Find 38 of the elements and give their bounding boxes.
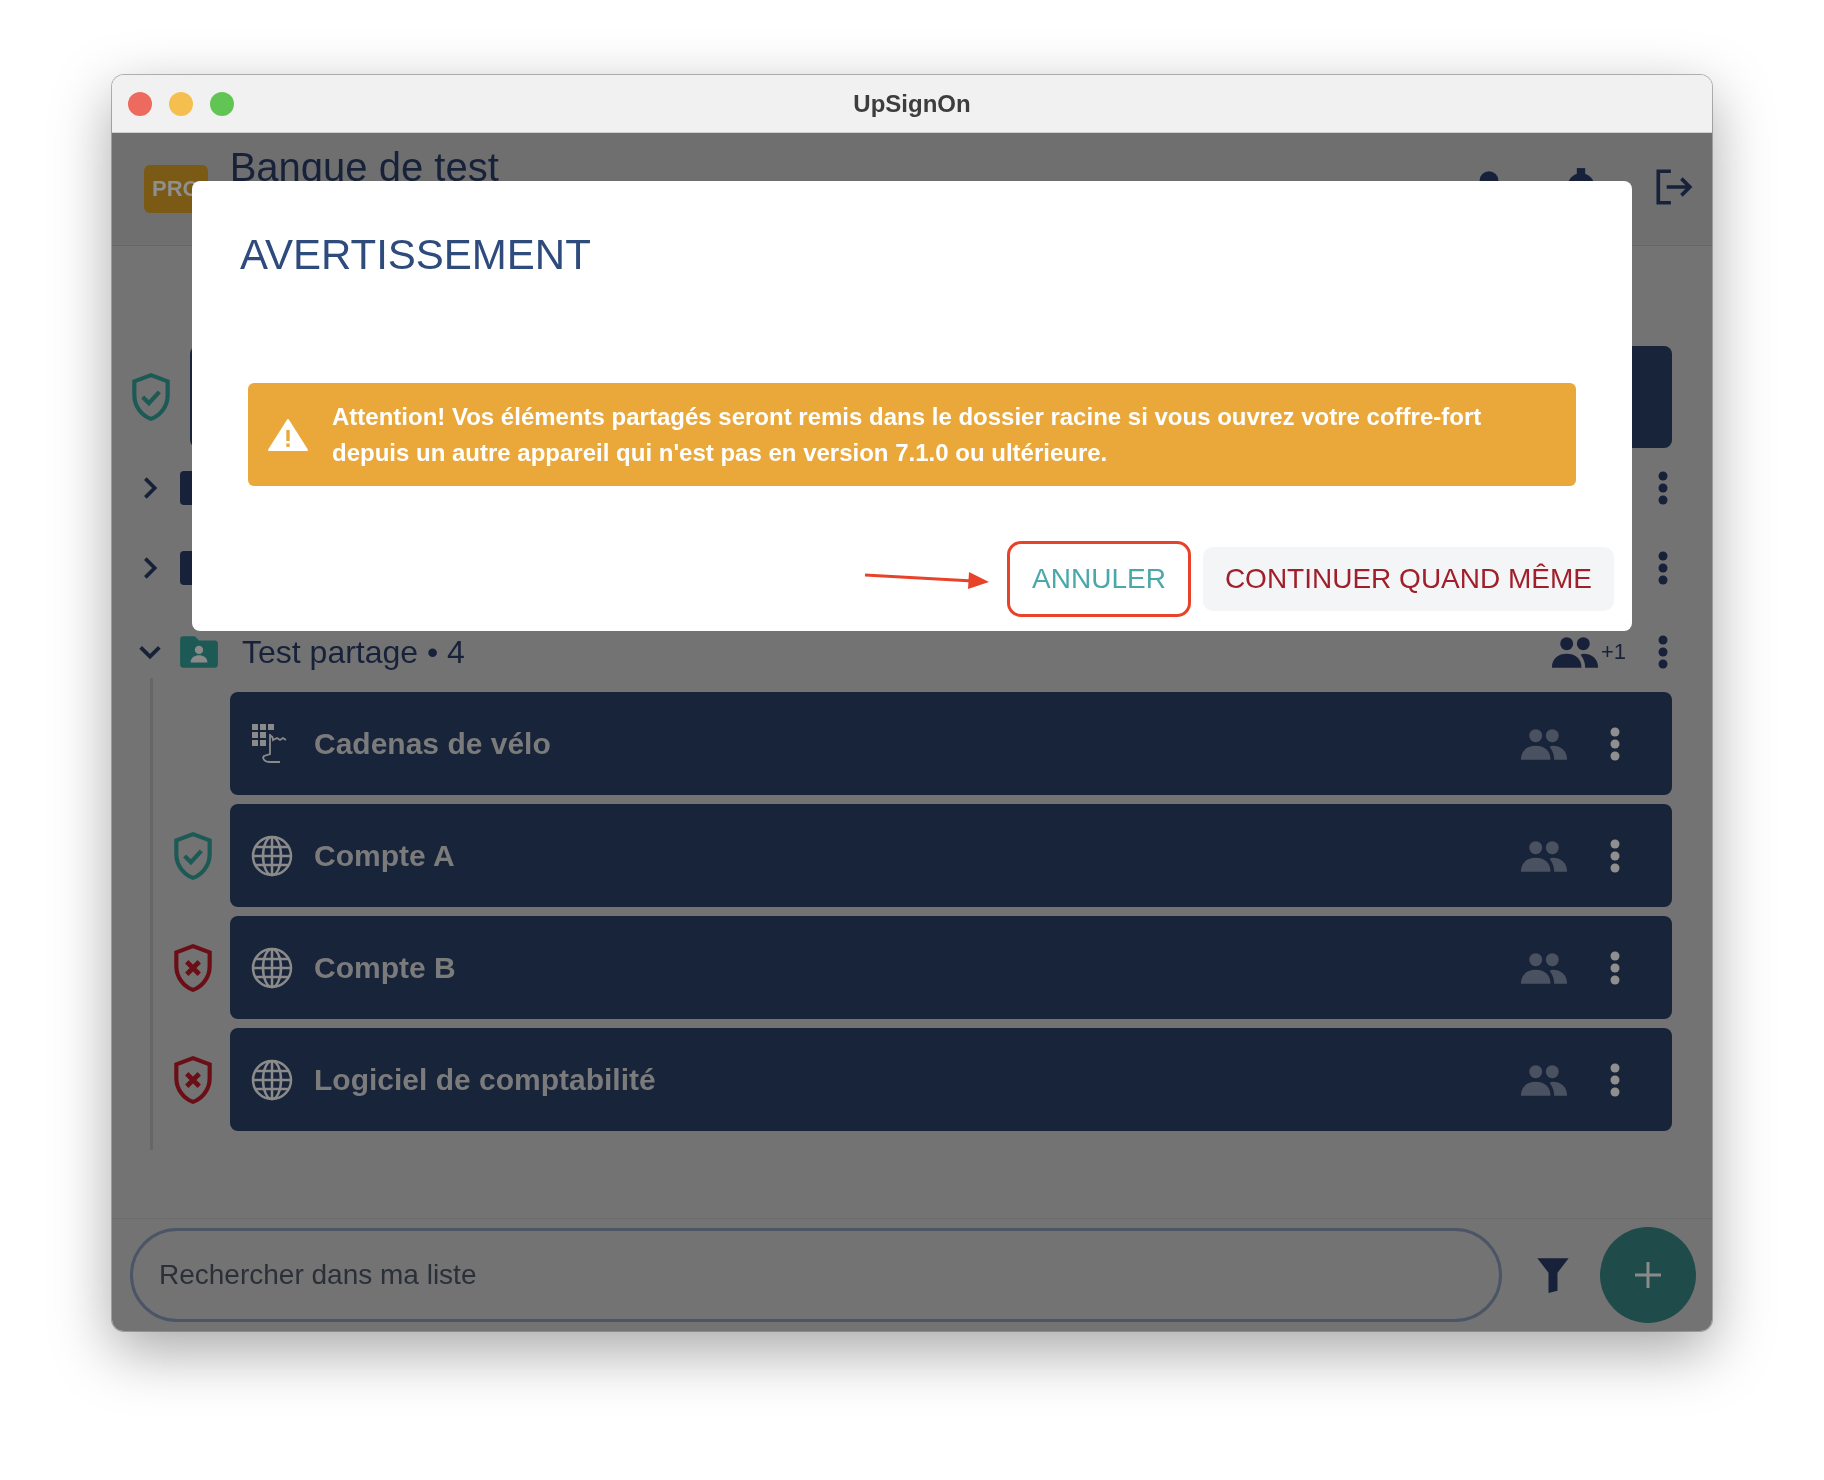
more-icon[interactable] xyxy=(1610,726,1620,761)
item-name: Cadenas de vélo xyxy=(314,726,551,761)
dialog-title: AVERTISSEMENT xyxy=(240,231,592,280)
item-card[interactable]: Compte B xyxy=(230,916,1672,1019)
more-icon[interactable] xyxy=(1658,551,1668,585)
more-icon[interactable] xyxy=(1658,635,1668,669)
more-icon[interactable] xyxy=(1610,950,1620,985)
item-card[interactable]: Logiciel de comptabilité xyxy=(230,1028,1672,1131)
filter-icon[interactable] xyxy=(1536,1256,1570,1294)
vault-title: Banque de test xyxy=(229,144,499,190)
more-icon[interactable] xyxy=(1610,838,1620,873)
people-icon xyxy=(1550,636,1599,668)
close-button[interactable] xyxy=(128,92,152,116)
shared-count: +1 xyxy=(1600,639,1626,665)
plus-icon xyxy=(1633,1260,1663,1290)
zoom-button[interactable] xyxy=(210,92,234,116)
more-icon[interactable] xyxy=(1658,471,1668,505)
dialog-button[interactable]: ANNULER xyxy=(1007,541,1191,617)
shared-folder-icon xyxy=(178,635,220,669)
people-icon xyxy=(1520,839,1568,872)
people-icon xyxy=(1520,727,1568,760)
folder-name[interactable]: Test partage • 4 xyxy=(242,633,465,671)
item-name: Compte A xyxy=(314,838,455,873)
warning-text: Attention! Vos éléments partagés seront remis dans le dossier racine si vous ouvrez votre coffre-fort depuis un autre appareil qui n'est pas en version 7.1.0 ou ultérieure. xyxy=(332,401,1483,468)
globe-icon xyxy=(250,1057,294,1102)
globe-icon xyxy=(250,833,294,878)
globe-icon xyxy=(250,945,294,990)
window-title: UpSignOn xyxy=(853,89,971,118)
item-name: Logiciel de comptabilité xyxy=(314,1062,656,1097)
item-card[interactable]: Cadenas de vélo xyxy=(230,692,1672,795)
search-field[interactable]: Rechercher dans ma liste xyxy=(130,1228,1502,1322)
people-icon xyxy=(1520,1063,1568,1096)
people-icon xyxy=(1520,951,1568,984)
item-card[interactable]: Compte A xyxy=(230,804,1672,907)
item-name: Compte B xyxy=(314,950,456,985)
dialog-button[interactable]: CONTINUER QUAND MÊME xyxy=(1202,547,1614,611)
warning-icon xyxy=(268,417,308,452)
more-icon[interactable] xyxy=(1610,1062,1620,1097)
